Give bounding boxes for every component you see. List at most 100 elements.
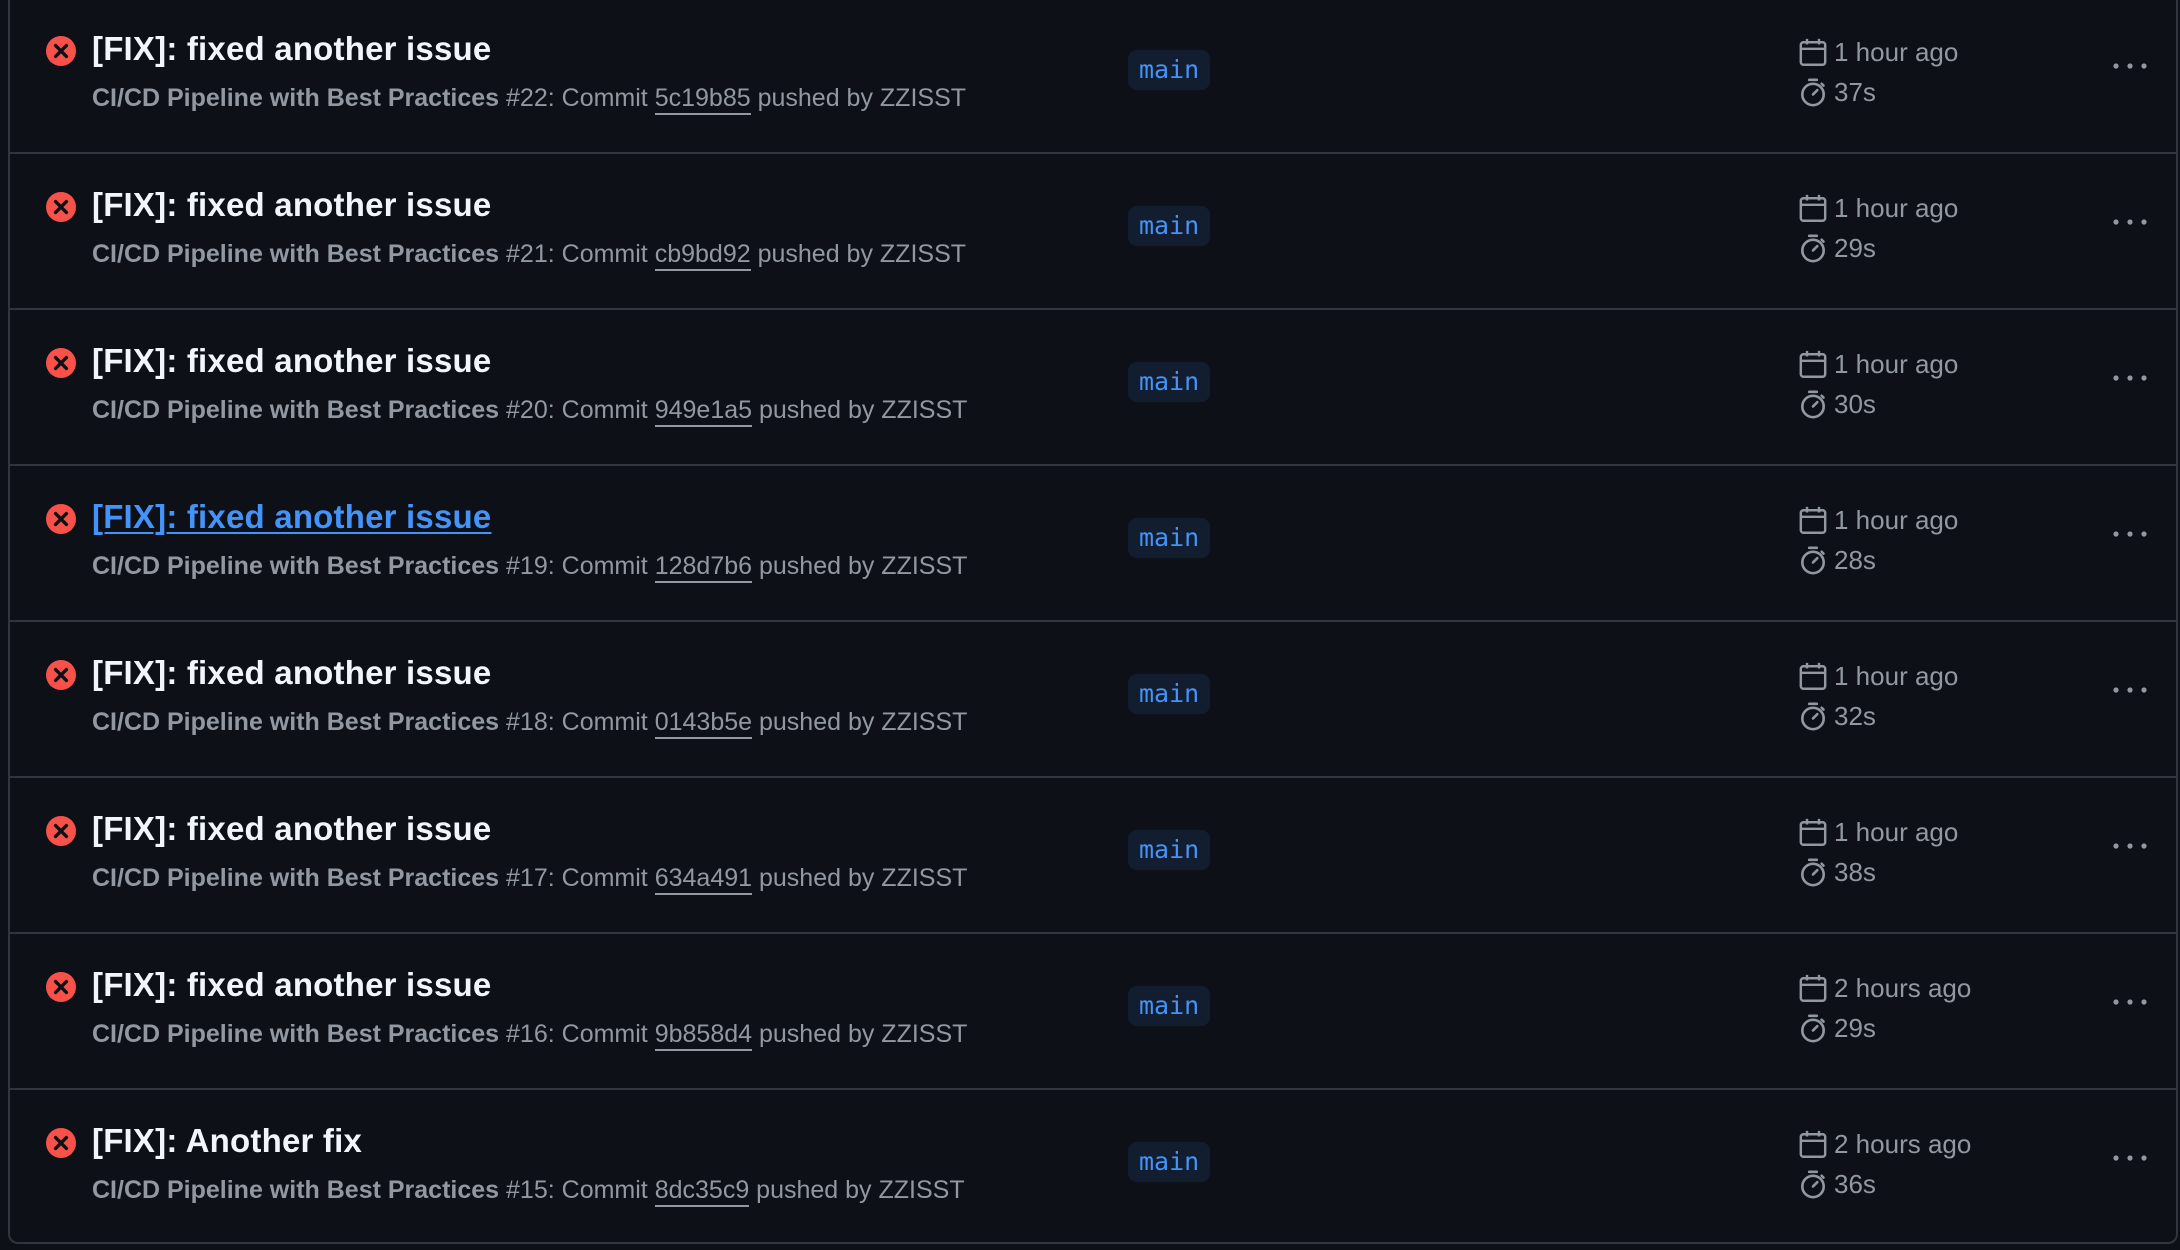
pushed-by-text: pushed by ZZISST xyxy=(749,1176,965,1204)
commit-prefix: : Commit xyxy=(547,552,655,580)
run-date: 2 hours ago xyxy=(1798,1128,1971,1160)
run-subtitle: CI/CD Pipeline with Best Practices #20: … xyxy=(92,396,967,427)
run-title-link[interactable]: [FIX]: fixed another issue xyxy=(92,342,491,380)
run-subtitle: CI/CD Pipeline with Best Practices #17: … xyxy=(92,864,967,895)
kebab-horizontal-icon xyxy=(2113,1155,2147,1161)
branch-label[interactable]: main xyxy=(1128,362,1211,402)
commit-prefix: : Commit xyxy=(547,708,655,736)
workflow-name: CI/CD Pipeline with Best Practices xyxy=(92,552,500,580)
run-duration: 30s xyxy=(1798,388,1876,420)
more-options-button[interactable] xyxy=(2100,826,2160,866)
run-date: 1 hour ago xyxy=(1798,816,1958,848)
run-duration: 38s xyxy=(1798,856,1876,888)
branch-label[interactable]: main xyxy=(1128,1142,1211,1182)
more-options-button[interactable] xyxy=(2100,982,2160,1022)
run-number: #22 xyxy=(506,84,548,112)
run-duration-text: 37s xyxy=(1834,76,1876,107)
run-duration-text: 38s xyxy=(1834,856,1876,887)
run-date-text: 2 hours ago xyxy=(1834,1128,1972,1159)
run-date: 2 hours ago xyxy=(1798,972,1971,1004)
branch-label[interactable]: main xyxy=(1128,206,1211,246)
commit-sha-link[interactable]: 634a491 xyxy=(654,864,753,895)
calendar-icon xyxy=(1799,662,1827,690)
more-options-button[interactable] xyxy=(2100,358,2160,398)
commit-prefix: : Commit xyxy=(547,1020,655,1048)
run-subtitle: CI/CD Pipeline with Best Practices #22: … xyxy=(92,84,966,115)
run-date-text: 1 hour ago xyxy=(1834,192,1959,223)
commit-sha-link[interactable]: 8dc35c9 xyxy=(654,1176,750,1207)
run-date-text: 1 hour ago xyxy=(1834,36,1959,67)
run-duration: 36s xyxy=(1798,1168,1876,1200)
run-duration: 29s xyxy=(1798,1012,1876,1044)
commit-sha-link[interactable]: 9b858d4 xyxy=(654,1020,753,1051)
run-date: 1 hour ago xyxy=(1798,660,1958,692)
more-options-button[interactable] xyxy=(2100,670,2160,710)
commit-prefix: : Commit xyxy=(547,1176,655,1204)
run-date-text: 1 hour ago xyxy=(1834,504,1959,535)
workflow-run-row[interactable]: [FIX]: fixed another issue CI/CD Pipelin… xyxy=(10,778,2176,934)
run-date-text: 1 hour ago xyxy=(1834,348,1959,379)
run-number: #15 xyxy=(506,1176,548,1204)
run-title-link[interactable]: [FIX]: Another fix xyxy=(92,1122,362,1160)
workflow-name: CI/CD Pipeline with Best Practices xyxy=(92,708,500,736)
run-number: #17 xyxy=(506,864,548,892)
x-circle-fill-icon xyxy=(46,348,76,378)
run-subtitle: CI/CD Pipeline with Best Practices #21: … xyxy=(92,240,966,271)
run-title-link[interactable]: [FIX]: fixed another issue xyxy=(92,186,491,224)
stopwatch-icon xyxy=(1801,78,1825,107)
calendar-icon xyxy=(1799,1130,1827,1158)
commit-sha-link[interactable]: cb9bd92 xyxy=(654,240,751,271)
more-options-button[interactable] xyxy=(2100,46,2160,86)
stopwatch-icon xyxy=(1801,1170,1825,1199)
commit-sha-link[interactable]: 128d7b6 xyxy=(654,552,753,583)
run-duration-text: 30s xyxy=(1834,388,1876,419)
more-options-button[interactable] xyxy=(2100,514,2160,554)
x-circle-fill-icon xyxy=(46,1128,76,1158)
x-circle-fill-icon xyxy=(46,504,76,534)
kebab-horizontal-icon xyxy=(2113,63,2147,69)
run-number: #16 xyxy=(506,1020,548,1048)
workflow-name: CI/CD Pipeline with Best Practices xyxy=(92,1020,500,1048)
branch-label[interactable]: main xyxy=(1128,830,1211,870)
run-duration-text: 36s xyxy=(1834,1168,1876,1199)
commit-prefix: : Commit xyxy=(547,864,655,892)
branch-label[interactable]: main xyxy=(1128,518,1211,558)
run-subtitle: CI/CD Pipeline with Best Practices #16: … xyxy=(92,1020,967,1051)
calendar-icon xyxy=(1799,974,1827,1002)
workflow-run-row[interactable]: [FIX]: fixed another issue CI/CD Pipelin… xyxy=(10,310,2176,466)
workflow-run-row[interactable]: [FIX]: fixed another issue CI/CD Pipelin… xyxy=(10,622,2176,778)
more-options-button[interactable] xyxy=(2100,1138,2160,1178)
workflow-run-row[interactable]: [FIX]: fixed another issue CI/CD Pipelin… xyxy=(10,0,2176,154)
branch-label[interactable]: main xyxy=(1128,986,1211,1026)
run-duration: 37s xyxy=(1798,76,1876,108)
commit-prefix: : Commit xyxy=(547,240,655,268)
commit-sha-link[interactable]: 0143b5e xyxy=(654,708,753,739)
commit-sha-link[interactable]: 949e1a5 xyxy=(654,396,753,427)
workflow-run-row[interactable]: [FIX]: Another fix CI/CD Pipeline with B… xyxy=(10,1090,2176,1246)
more-options-button[interactable] xyxy=(2100,202,2160,242)
run-subtitle: CI/CD Pipeline with Best Practices #19: … xyxy=(92,552,967,583)
run-number: #21 xyxy=(506,240,548,268)
run-title-link[interactable]: [FIX]: fixed another issue xyxy=(92,498,491,536)
run-date: 1 hour ago xyxy=(1798,504,1958,536)
workflow-runs-list: [FIX]: fixed another issue CI/CD Pipelin… xyxy=(8,0,2178,1244)
run-date: 1 hour ago xyxy=(1798,192,1958,224)
stopwatch-icon xyxy=(1801,1014,1825,1043)
workflow-run-row[interactable]: [FIX]: fixed another issue CI/CD Pipelin… xyxy=(10,466,2176,622)
kebab-horizontal-icon xyxy=(2113,999,2147,1005)
commit-prefix: : Commit xyxy=(547,84,655,112)
stopwatch-icon xyxy=(1801,546,1825,575)
x-circle-fill-icon xyxy=(46,192,76,222)
workflow-run-row[interactable]: [FIX]: fixed another issue CI/CD Pipelin… xyxy=(10,934,2176,1090)
run-title-link[interactable]: [FIX]: fixed another issue xyxy=(92,30,491,68)
commit-sha-link[interactable]: 5c19b85 xyxy=(654,84,751,115)
workflow-name: CI/CD Pipeline with Best Practices xyxy=(92,864,500,892)
branch-label[interactable]: main xyxy=(1128,674,1211,714)
branch-label[interactable]: main xyxy=(1128,50,1211,90)
run-title-link[interactable]: [FIX]: fixed another issue xyxy=(92,654,491,692)
run-title-link[interactable]: [FIX]: fixed another issue xyxy=(92,810,491,848)
workflow-run-row[interactable]: [FIX]: fixed another issue CI/CD Pipelin… xyxy=(10,154,2176,310)
run-date: 1 hour ago xyxy=(1798,348,1958,380)
calendar-icon xyxy=(1799,194,1827,222)
run-title-link[interactable]: [FIX]: fixed another issue xyxy=(92,966,491,1004)
